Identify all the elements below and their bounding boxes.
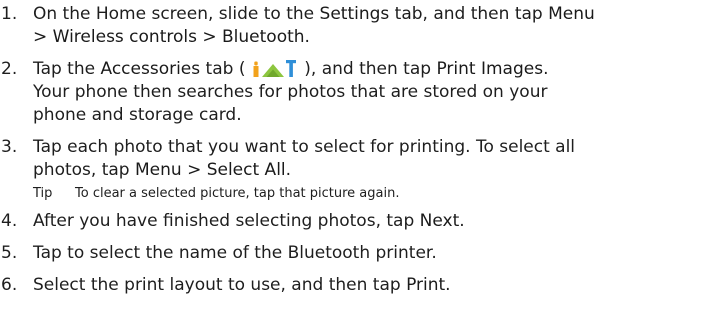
step-1: 1. On the Home screen, slide to the Sett… [0,3,725,49]
step-5: 5. Tap to select the name of the Bluetoo… [0,242,725,265]
spacer [0,265,725,274]
step-line: Your phone then searches for photos that… [33,82,548,102]
ui-term-accessories: Accessories [100,59,201,79]
steps-list: 1. On the Home screen, slide to the Sett… [0,3,725,297]
step-number: 2. [1,59,18,79]
spacer [0,49,725,58]
ui-term-select-all: Menu > Select All [134,160,286,180]
step-number: 5. [1,243,18,263]
step-number: 3. [1,137,18,157]
ui-term-path: > Wireless controls > Bluetooth [33,27,305,47]
step-line: After you have finished selecting photos… [33,211,465,231]
step-number: 1. [1,4,18,24]
step-line: Tap the Accessories tab ( ), and then ta… [33,58,549,79]
spacer [0,127,725,136]
step-line: phone and storage card. [33,105,242,125]
step-3: 3. Tap each photo that you want to selec… [0,136,725,182]
step-2: 2. Tap the Accessories tab ( ), and then… [0,58,725,127]
step-line: Tap each photo that you want to select f… [33,137,576,157]
step-6: 6. Select the print layout to use, and t… [0,274,725,297]
step-number: 6. [1,275,18,295]
ui-term-next: Next [419,211,460,231]
step-line: Tap to select the name of the Bluetooth … [33,243,437,263]
cropped-heading-fragment [6,0,66,2]
cropped-heading-underline [6,0,58,2]
ui-term-settings: Settings [319,4,390,24]
spacer [0,233,725,242]
step-line: photos, tap Menu > Select All. [33,160,292,180]
ui-term-print-images: Print Images [436,59,544,79]
instruction-page: 1. On the Home screen, slide to the Sett… [0,0,725,323]
tip-label: Tip [33,186,53,201]
ui-term-menu: Menu [548,4,595,24]
step-line: Select the print layout to use, and then… [33,275,451,295]
step-4: 4. After you have finished selecting pho… [0,210,725,233]
accessories-tab-icon-graphic [253,60,296,77]
accessories-tab-icon [253,58,297,78]
step-number: 4. [1,211,18,231]
tip-text: To clear a selected picture, tap that pi… [75,186,400,201]
step-line: > Wireless controls > Bluetooth. [33,27,310,47]
step-line: On the Home screen, slide to the Setting… [33,4,595,24]
ui-term-print: Print [406,275,446,295]
tip-note: Tip To clear a selected picture, tap that… [0,184,725,204]
